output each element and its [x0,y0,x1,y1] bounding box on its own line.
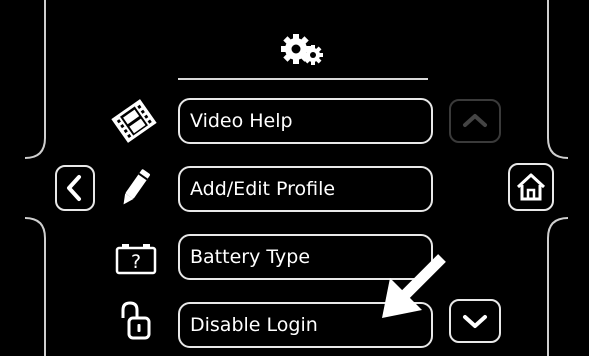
scroll-down-button[interactable] [449,299,501,343]
video-help-button[interactable]: Video Help [178,98,433,144]
settings-screen: Video Help Add/Edit Profile ? Battery Ty… [0,0,589,356]
disable-login-label: Disable Login [190,314,318,336]
battery-question-icon: ? [115,244,157,275]
pencil-icon [123,169,150,205]
home-icon [516,173,546,201]
svg-text:?: ? [131,251,141,273]
add-edit-profile-label: Add/Edit Profile [190,178,336,200]
film-icon [111,99,157,143]
padlock-open-icon [121,301,151,340]
back-button[interactable] [55,165,95,211]
scroll-up-button[interactable] [449,99,501,143]
gears-icon [281,34,323,65]
chevron-down-icon [463,315,487,328]
video-help-label: Video Help [190,110,293,132]
add-edit-profile-button[interactable]: Add/Edit Profile [178,166,433,212]
arrow-pointer-icon [382,254,446,318]
battery-type-label: Battery Type [190,246,311,268]
chevron-up-icon [463,114,487,127]
header-divider [178,78,428,80]
home-button[interactable] [508,163,554,211]
chevron-left-icon [67,175,81,201]
